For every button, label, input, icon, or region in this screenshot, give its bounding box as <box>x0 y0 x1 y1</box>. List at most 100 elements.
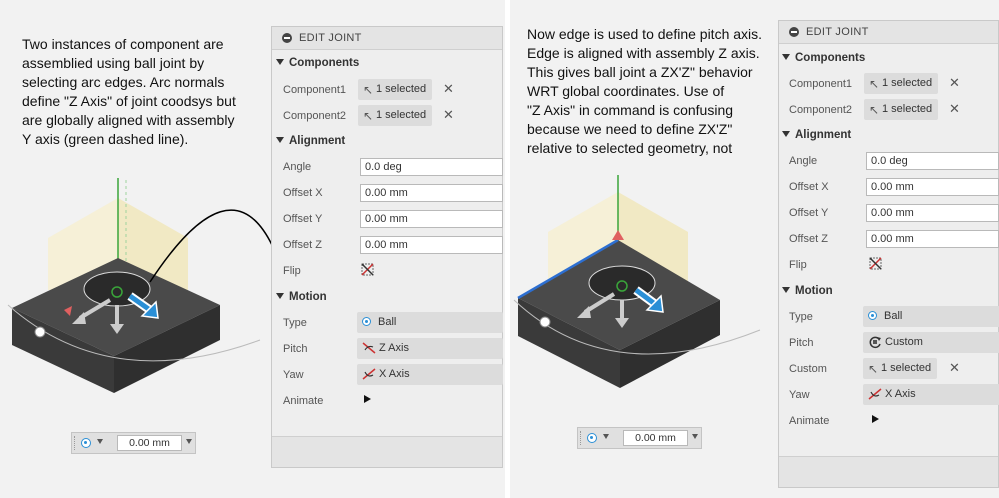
minus-circle-icon[interactable] <box>789 27 799 37</box>
axis-icon <box>362 368 376 380</box>
section-components[interactable]: Components <box>782 52 865 64</box>
play-icon[interactable] <box>364 395 371 403</box>
angle-input[interactable]: 0.0 deg <box>866 152 999 170</box>
section-motion[interactable]: Motion <box>276 291 327 303</box>
offset-z-input[interactable]: 0.00 mm <box>360 236 503 254</box>
flip-label: Flip <box>789 259 807 271</box>
component1-label: Component1 <box>283 84 346 96</box>
cursor-arrow-icon: ↖ <box>868 362 879 376</box>
radio-icon <box>868 311 877 320</box>
flip-icon[interactable] <box>361 263 374 276</box>
right-scene <box>513 175 761 388</box>
component1-clear-icon[interactable]: ✕ <box>949 75 960 91</box>
grip-handle[interactable] <box>74 436 78 450</box>
offset-y-input[interactable]: 0.00 mm <box>360 210 503 228</box>
yaw-label: Yaw <box>283 369 304 381</box>
custom-selection[interactable]: ↖ 1 selected <box>863 358 937 379</box>
component1-selection[interactable]: ↖ 1 selected <box>358 79 432 100</box>
flip-icon[interactable] <box>869 257 882 270</box>
right-note-line: This gives ball joint a ZX'Z" behavior <box>527 64 753 80</box>
offset-x-label: Offset X <box>283 187 323 199</box>
angle-input[interactable]: 0.0 deg <box>360 158 503 176</box>
chevron-down-icon[interactable] <box>603 434 609 439</box>
panel-footer <box>779 456 998 487</box>
left-note-line: are globally aligned with assembly <box>22 112 235 128</box>
component2-selection[interactable]: ↖ 1 selected <box>358 105 432 126</box>
offset-y-input[interactable]: 0.00 mm <box>866 204 999 222</box>
animate-label: Animate <box>789 415 830 427</box>
offset-x-input[interactable]: 0.00 mm <box>866 178 999 196</box>
animate-label: Animate <box>283 395 324 407</box>
cursor-arrow-icon: ↖ <box>363 83 374 97</box>
section-alignment[interactable]: Alignment <box>276 135 345 147</box>
angle-label: Angle <box>789 155 818 167</box>
component2-label: Component2 <box>283 110 346 122</box>
chevron-down-icon[interactable] <box>186 439 192 444</box>
panel-title: EDIT JOINT <box>806 26 869 38</box>
grip-handle[interactable] <box>580 431 584 445</box>
right-note-line: Now edge is used to define pitch axis. <box>527 26 763 42</box>
yaw-dropdown[interactable]: X Axis <box>863 384 999 405</box>
left-origin-marker <box>34 326 46 338</box>
section-alignment[interactable]: Alignment <box>782 129 851 141</box>
expand-triangle-icon <box>782 131 790 137</box>
right-note-line: relative to selected geometry, not <box>527 140 733 156</box>
right-note-line: Edge is aligned with assembly Z axis. <box>527 45 760 61</box>
component2-clear-icon[interactable]: ✕ <box>443 107 454 123</box>
component1-clear-icon[interactable]: ✕ <box>443 81 454 97</box>
panel-header[interactable]: EDIT JOINT <box>272 27 502 50</box>
play-icon[interactable] <box>872 415 879 423</box>
offset-y-label: Offset Y <box>283 213 323 225</box>
radio-icon[interactable] <box>587 433 597 443</box>
expand-triangle-icon <box>276 293 284 299</box>
expand-triangle-icon <box>782 54 790 60</box>
right-mini-toolbar: 0.00 mm <box>577 427 702 449</box>
yaw-label: Yaw <box>789 389 810 401</box>
left-note-line: Y axis (green dashed line). <box>22 131 189 147</box>
section-components[interactable]: Components <box>276 57 359 69</box>
yaw-dropdown[interactable]: X Axis <box>357 364 503 385</box>
offset-x-label: Offset X <box>789 181 829 193</box>
left-mini-toolbar: 0.00 mm <box>71 432 196 454</box>
type-dropdown[interactable]: Ball <box>863 306 999 327</box>
panel-header[interactable]: EDIT JOINT <box>779 21 998 44</box>
component2-label: Component2 <box>789 104 852 116</box>
right-note-line: because we need to define ZX'Z" <box>527 121 733 137</box>
cursor-arrow-icon: ↖ <box>869 103 880 117</box>
component2-selection[interactable]: ↖ 1 selected <box>864 99 938 120</box>
offset-z-input[interactable]: 0.00 mm <box>866 230 999 248</box>
cursor-arrow-icon: ↖ <box>363 109 374 123</box>
right-origin-marker <box>539 316 551 328</box>
right-edit-joint-panel: EDIT JOINT Components Component1 ↖ 1 sel… <box>778 20 999 488</box>
flip-label: Flip <box>283 265 301 277</box>
offset-x-input[interactable]: 0.00 mm <box>360 184 503 202</box>
panel-title: EDIT JOINT <box>299 32 362 44</box>
pitch-dropdown[interactable]: Custom <box>863 332 999 353</box>
axis-icon <box>868 388 882 400</box>
left-note-line: define "Z Axis" of joint coodsys but <box>22 93 236 109</box>
component1-selection[interactable]: ↖ 1 selected <box>864 73 938 94</box>
distance-input[interactable]: 0.00 mm <box>117 435 182 451</box>
chevron-down-icon[interactable] <box>692 434 698 439</box>
pitch-dropdown[interactable]: Z Axis <box>357 338 503 359</box>
left-note: Two instances of component are assemblie… <box>22 35 236 149</box>
left-edit-joint-panel: EDIT JOINT Components Component1 ↖ 1 sel… <box>271 26 503 468</box>
minus-circle-icon[interactable] <box>282 33 292 43</box>
left-note-line: selecting arc edges. Arc normals <box>22 74 225 90</box>
component2-clear-icon[interactable]: ✕ <box>949 101 960 117</box>
cursor-arrow-icon: ↖ <box>869 77 880 91</box>
radio-icon[interactable] <box>81 438 91 448</box>
type-label: Type <box>283 317 307 329</box>
left-note-line: assemblied using ball joint by <box>22 55 205 71</box>
pitch-label: Pitch <box>789 337 814 349</box>
type-dropdown[interactable]: Ball <box>357 312 503 333</box>
offset-y-label: Offset Y <box>789 207 829 219</box>
chevron-down-icon[interactable] <box>97 439 103 444</box>
distance-input[interactable]: 0.00 mm <box>623 430 688 446</box>
section-motion[interactable]: Motion <box>782 285 833 297</box>
custom-clear-icon[interactable]: ✕ <box>949 360 960 376</box>
custom-label: Custom <box>789 363 827 375</box>
component1-label: Component1 <box>789 78 852 90</box>
radio-icon <box>362 317 371 326</box>
left-note-line: Two instances of component are <box>22 36 224 52</box>
